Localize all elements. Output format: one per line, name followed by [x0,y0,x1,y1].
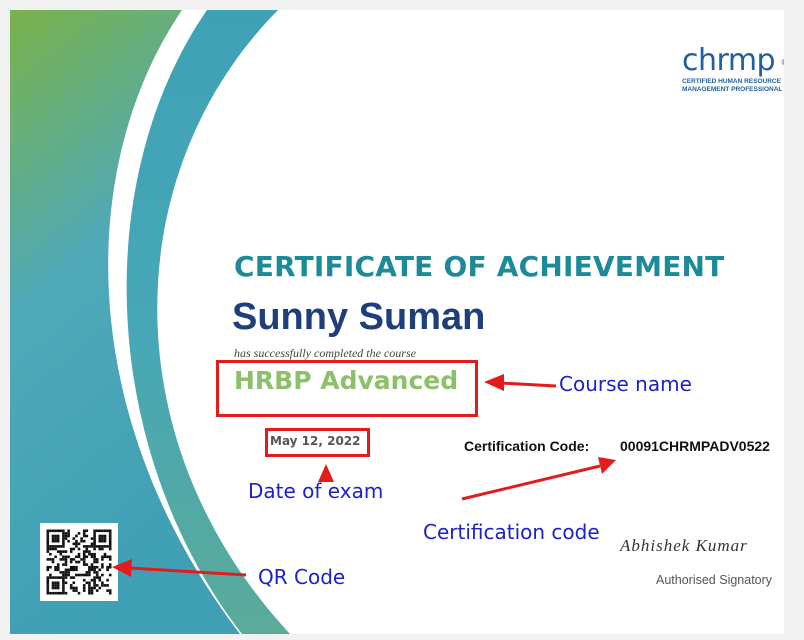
qr-code-arrowhead [112,559,132,577]
course-name-arrowhead [484,374,504,391]
course-name-arrow [499,381,557,388]
qr-code-arrow [129,566,247,577]
annotation-qr-code: QR Code [258,565,346,589]
annotation-certification-code: Certification code [423,520,600,544]
annotation-date-of-exam: Date of exam [248,479,384,503]
annotation-arrows [112,374,616,577]
certification-code-arrow [461,464,601,501]
annotation-course-name: Course name [559,372,692,396]
certification-code-arrowhead [598,457,616,474]
